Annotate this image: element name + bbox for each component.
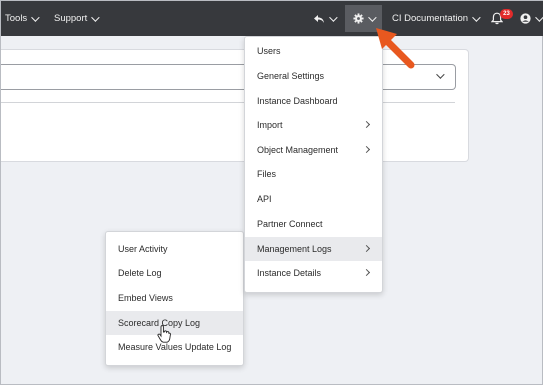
menu-item-delete-log[interactable]: Delete Log: [106, 261, 243, 285]
menu-item-label: User Activity: [118, 244, 168, 254]
menu-item-user-activity[interactable]: User Activity: [106, 237, 243, 261]
menu-item-label: Measure Values Update Log: [118, 342, 232, 352]
notifications-button[interactable]: [491, 1, 503, 36]
chevron-down-icon: [472, 12, 481, 22]
menu-item-label: Management Logs: [257, 244, 332, 254]
chevron-down-icon: [436, 70, 445, 79]
undo-arrow-icon: [314, 14, 324, 23]
menu-item-partner-connect[interactable]: Partner Connect: [245, 212, 382, 236]
menu-item-users[interactable]: Users: [245, 39, 382, 63]
menu-item-management-logs[interactable]: Management Logs: [245, 237, 382, 261]
top-navigation-bar: Tools Support CI Documentation 23: [1, 1, 543, 36]
tools-menu[interactable]: Tools: [5, 1, 40, 36]
menu-item-label: Object Management: [257, 145, 339, 155]
history-menu[interactable]: [313, 1, 338, 36]
support-menu[interactable]: Support: [54, 1, 100, 36]
menu-item-label: Import: [257, 120, 283, 130]
support-label: Support: [54, 13, 88, 24]
menu-item-embed-views[interactable]: Embed Views: [106, 286, 243, 310]
menu-item-label: Instance Dashboard: [257, 96, 338, 106]
menu-item-instance-details[interactable]: Instance Details: [245, 261, 382, 285]
chevron-right-icon: [362, 145, 371, 154]
menu-item-scorecard-copy-log[interactable]: Scorecard Copy Log: [106, 311, 243, 335]
menu-item-measure-values-update-log[interactable]: Measure Values Update Log: [106, 335, 243, 359]
menu-item-label: Embed Views: [118, 293, 173, 303]
divider: [1, 102, 455, 103]
tools-label: Tools: [5, 13, 28, 24]
chevron-down-icon: [329, 12, 338, 22]
menu-item-api[interactable]: API: [245, 187, 382, 211]
chevron-right-icon: [362, 268, 371, 277]
chevron-down-icon: [91, 12, 100, 22]
menu-item-label: Delete Log: [118, 268, 162, 278]
chevron-right-icon: [362, 120, 371, 129]
hand-cursor-icon: [157, 325, 171, 343]
menu-item-label: Files: [257, 169, 277, 179]
menu-item-label: General Settings: [257, 71, 325, 81]
menu-item-label: API: [257, 194, 272, 204]
menu-item-object-management[interactable]: Object Management: [245, 138, 382, 162]
chevron-down-icon: [31, 12, 40, 22]
menu-item-label: Users: [257, 46, 281, 56]
user-avatar-icon: [520, 13, 531, 24]
notification-count-badge: 23: [500, 9, 513, 19]
chevron-down-icon: [535, 12, 543, 22]
chevron-right-icon: [362, 244, 371, 253]
gear-icon: [353, 13, 364, 24]
menu-item-instance-dashboard[interactable]: Instance Dashboard: [245, 89, 382, 113]
management-logs-submenu: User Activity Delete Log Embed Views Sco…: [105, 231, 244, 366]
menu-item-import[interactable]: Import: [245, 113, 382, 137]
menu-item-label: Partner Connect: [257, 219, 323, 229]
menu-item-files[interactable]: Files: [245, 162, 382, 186]
menu-item-general-settings[interactable]: General Settings: [245, 64, 382, 88]
user-menu[interactable]: [520, 1, 543, 36]
settings-dropdown-menu: Users General Settings Instance Dashboar…: [244, 36, 383, 293]
annotation-arrow-icon: [376, 28, 415, 69]
menu-item-label: Instance Details: [257, 268, 322, 278]
